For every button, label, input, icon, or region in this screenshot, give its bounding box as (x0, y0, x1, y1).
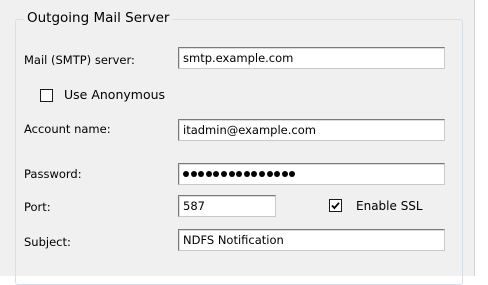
password-mask-dot (236, 171, 243, 177)
password-mask-dot (258, 171, 265, 177)
enable-ssl-checkbox[interactable] (329, 199, 342, 212)
window-edge (474, 0, 488, 276)
password-mask-dot (213, 171, 220, 177)
group-title: Outgoing Mail Server (24, 9, 173, 27)
account-name-input[interactable]: itadmin@example.com (178, 119, 445, 141)
smtp-server-input[interactable]: smtp.example.com (178, 47, 445, 69)
password-mask-dot (274, 171, 281, 177)
password-mask (183, 164, 440, 184)
settings-panel: Outgoing Mail Server Mail (SMTP) server:… (0, 0, 474, 285)
password-mask-dot (205, 171, 212, 177)
use-anonymous-label: Use Anonymous (64, 87, 166, 102)
subject-label: Subject: (24, 235, 71, 249)
password-mask-dot (228, 171, 235, 177)
password-mask-dot (251, 171, 258, 177)
password-input[interactable] (178, 163, 445, 185)
subject-input[interactable]: NDFS Notification (178, 229, 445, 251)
password-mask-dot (198, 171, 205, 177)
password-mask-dot (243, 171, 250, 177)
port-label: Port: (24, 200, 51, 214)
password-mask-dot (281, 171, 288, 177)
password-mask-dot (289, 171, 296, 177)
password-mask-dot (190, 171, 197, 177)
port-input[interactable]: 587 (178, 195, 276, 217)
checkmark-icon (331, 202, 340, 210)
password-label: Password: (24, 167, 82, 181)
password-mask-dot (266, 171, 273, 177)
password-mask-dot (183, 171, 189, 177)
use-anonymous-checkbox[interactable] (40, 89, 53, 102)
account-name-label: Account name: (24, 122, 111, 136)
enable-ssl-label: Enable SSL (356, 199, 423, 213)
password-mask-dot (220, 171, 227, 177)
smtp-server-label: Mail (SMTP) server: (24, 53, 135, 67)
